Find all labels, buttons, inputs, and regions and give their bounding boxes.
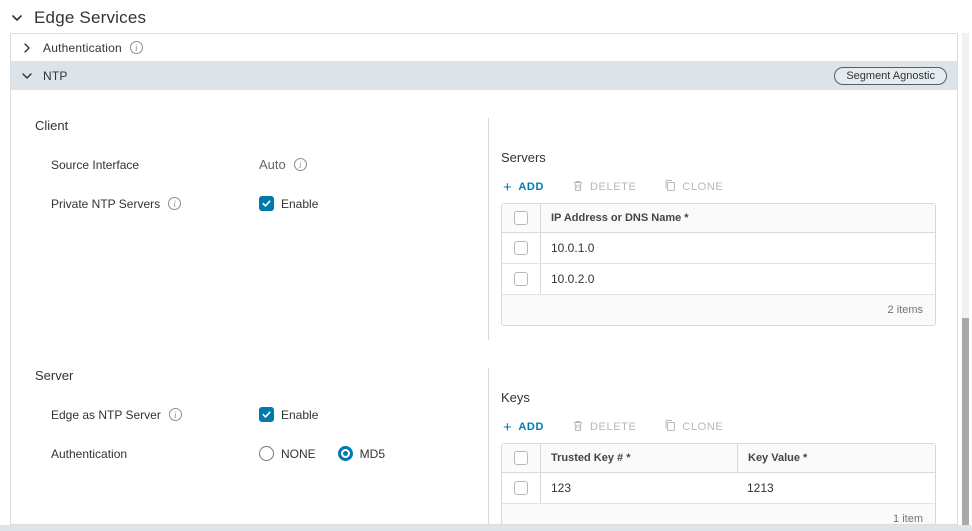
select-all-checkbox[interactable] <box>502 444 540 472</box>
clone-icon-button[interactable]: CLONE <box>664 179 723 195</box>
edge-services-accordion: Authentication i NTP Segment Agnostic Cl… <box>10 33 958 525</box>
key-value-cell: 1213 <box>737 473 935 503</box>
table-row[interactable]: 123 1213 <box>502 473 935 504</box>
chevron-right-icon[interactable] <box>21 42 33 54</box>
accordion-row-ntp[interactable]: NTP Segment Agnostic <box>11 62 957 90</box>
ntp-section-content: Client Source Interface Auto i Private N… <box>11 90 957 524</box>
enable-label: Enable <box>281 197 318 211</box>
info-icon[interactable]: i <box>169 408 182 421</box>
radio-selected-icon[interactable] <box>338 446 353 461</box>
table-row[interactable]: 10.0.2.0 <box>502 264 935 295</box>
servers-table: IP Address or DNS Name * 10.0.1.0 10.0.2… <box>501 203 936 326</box>
info-icon[interactable]: i <box>294 158 307 171</box>
column-header-trusted-key[interactable]: Trusted Key # * <box>540 444 737 472</box>
servers-table-footer: 2 items <box>502 295 935 325</box>
authentication-mode-label: Authentication <box>51 447 259 461</box>
row-checkbox[interactable] <box>502 264 540 294</box>
scrollbar-thumb[interactable] <box>962 318 969 525</box>
authentication-radio-group: NONE MD5 <box>259 446 385 461</box>
servers-toolbar: + ADD DELETE <box>503 179 957 195</box>
keys-table: Trusted Key # * Key Value * 123 1213 1 i… <box>501 443 936 524</box>
ip-cell: 10.0.2.0 <box>540 264 935 294</box>
keys-table-footer: 1 item <box>502 504 935 524</box>
info-icon[interactable]: i <box>168 197 181 210</box>
authentication-mode-row: Authentication NONE MD5 <box>51 446 488 461</box>
checkbox-checked-icon[interactable] <box>259 196 274 211</box>
keys-delete-button[interactable]: DELETE <box>572 419 636 435</box>
servers-add-button[interactable]: + ADD <box>503 180 544 195</box>
keys-clone-button[interactable]: CLONE <box>664 419 723 435</box>
servers-table-header: IP Address or DNS Name * <box>502 204 935 233</box>
edge-as-ntp-enable-checkbox[interactable]: Enable <box>259 407 318 422</box>
keys-heading: Keys <box>501 390 957 405</box>
chevron-down-icon[interactable] <box>10 11 24 25</box>
private-ntp-servers-row: Private NTP Servers i Enable <box>51 196 488 211</box>
row-checkbox[interactable] <box>502 233 540 263</box>
plus-icon: + <box>503 180 512 195</box>
servers-delete-button[interactable]: DELETE <box>572 179 636 195</box>
info-icon[interactable]: i <box>130 41 143 54</box>
radio-option-md5[interactable]: MD5 <box>338 446 385 461</box>
trusted-key-cell: 123 <box>540 473 737 503</box>
servers-block: Servers + ADD DELETE <box>488 118 957 340</box>
column-header-ip[interactable]: IP Address or DNS Name * <box>540 204 935 232</box>
chevron-down-icon[interactable] <box>21 70 33 82</box>
radio-option-none[interactable]: NONE <box>259 446 316 461</box>
column-header-key-value[interactable]: Key Value * <box>737 444 935 472</box>
trash-icon <box>572 179 584 195</box>
copy-icon <box>664 179 676 195</box>
source-interface-label: Source Interface <box>51 158 259 172</box>
ip-cell: 10.0.1.0 <box>540 233 935 263</box>
keys-block: Keys + ADD DELETE <box>488 368 957 524</box>
edge-as-ntp-label: Edge as NTP Server <box>51 408 161 422</box>
private-ntp-enable-checkbox[interactable]: Enable <box>259 196 318 211</box>
client-servers-section: Client Source Interface Auto i Private N… <box>11 118 957 342</box>
accordion-row-authentication[interactable]: Authentication i <box>11 34 957 62</box>
page-title: Edge Services <box>34 8 146 28</box>
checkbox-checked-icon[interactable] <box>259 407 274 422</box>
radio-unselected-icon[interactable] <box>259 446 274 461</box>
next-section-edge <box>0 525 972 531</box>
page-title-row: Edge Services <box>0 0 972 34</box>
source-interface-row: Source Interface Auto i <box>51 157 488 172</box>
server-block: Server Edge as NTP Server i Enable <box>11 368 488 524</box>
private-ntp-servers-label: Private NTP Servers <box>51 197 160 211</box>
edge-as-ntp-row: Edge as NTP Server i Enable <box>51 407 488 422</box>
keys-add-button[interactable]: + ADD <box>503 420 544 435</box>
row-checkbox[interactable] <box>502 473 540 503</box>
ntp-section-label: NTP <box>43 69 68 83</box>
authentication-section-label: Authentication <box>43 41 122 55</box>
plus-icon: + <box>503 420 512 435</box>
enable-label: Enable <box>281 408 318 422</box>
keys-toolbar: + ADD DELETE <box>503 419 957 435</box>
copy-icon <box>664 419 676 435</box>
source-interface-value: Auto <box>259 157 286 172</box>
keys-table-header: Trusted Key # * Key Value * <box>502 444 935 473</box>
trash-icon <box>572 419 584 435</box>
segment-agnostic-badge: Segment Agnostic <box>834 67 947 85</box>
server-heading: Server <box>35 368 488 383</box>
table-row[interactable]: 10.0.1.0 <box>502 233 935 264</box>
servers-heading: Servers <box>501 150 957 165</box>
server-keys-section: Server Edge as NTP Server i Enable <box>11 368 957 524</box>
client-heading: Client <box>35 118 488 133</box>
select-all-checkbox[interactable] <box>502 204 540 232</box>
vertical-scrollbar[interactable] <box>962 33 969 525</box>
edge-services-page: Edge Services Authentication i NTP Segme… <box>0 0 972 531</box>
client-block: Client Source Interface Auto i Private N… <box>11 118 488 342</box>
